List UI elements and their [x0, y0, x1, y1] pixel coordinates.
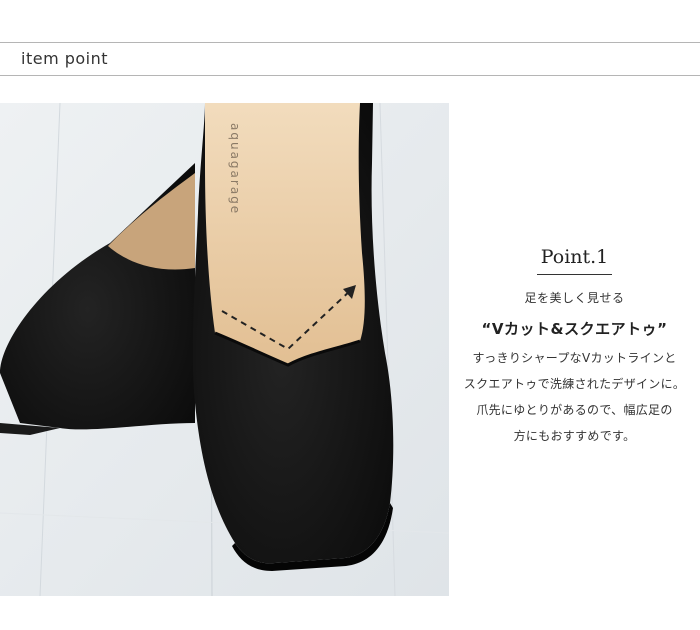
product-photo: aquagarage — [0, 103, 449, 596]
point-body-line: スクエアトゥで洗練されたデザインに。 — [463, 377, 686, 391]
shoe-photo-illustration — [0, 103, 449, 596]
section-header: item point — [0, 42, 700, 76]
point-body-line: 方にもおすすめです。 — [513, 429, 636, 443]
point-headline: “Vカット&スクエアトゥ” — [481, 320, 668, 338]
point-body-line: すっきりシャープなVカットラインと — [472, 351, 677, 365]
point-title: Point.1 — [536, 246, 613, 275]
brand-mark: aquagarage — [228, 123, 242, 216]
point-description: Point.1 足を美しく見せる “Vカット&スクエアトゥ” すっきりシャープな… — [449, 240, 700, 449]
section-title: item point — [21, 49, 109, 68]
point-body: すっきりシャープなVカットラインと スクエアトゥで洗練されたデザインに。 爪先に… — [449, 345, 700, 449]
point-body-line: 爪先にゆとりがあるので、幅広足の — [476, 403, 673, 417]
point-subtitle: 足を美しく見せる — [524, 291, 625, 305]
